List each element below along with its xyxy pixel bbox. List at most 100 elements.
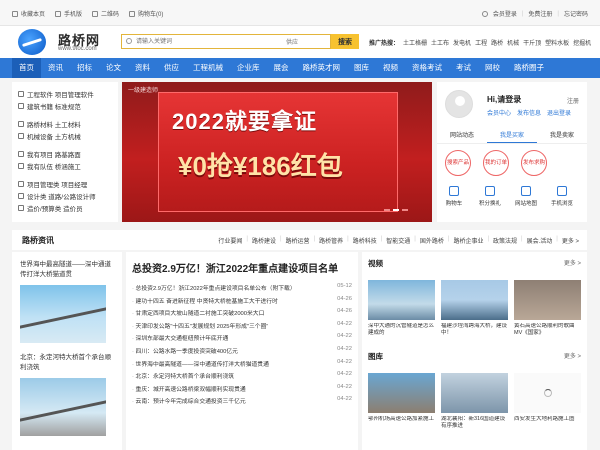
tab-buyer[interactable]: 我是买家	[487, 128, 537, 143]
sidebar-item[interactable]: 建筑书籍 标准规范	[18, 100, 118, 112]
section-link[interactable]: 政策法规	[493, 236, 517, 245]
member-center-link[interactable]: 会员中心	[487, 108, 511, 117]
sidebar-item[interactable]: 造价/预算类 造价员	[18, 202, 118, 214]
search-category-select[interactable]: 供应	[286, 37, 326, 46]
video-card[interactable]: 福建沙埕湾跨海大桥，建设中！	[441, 280, 508, 337]
section-link[interactable]: 智能交通	[386, 236, 410, 245]
hot-search-item[interactable]: 土工布	[431, 38, 449, 47]
sidebar-item[interactable]: 机械设备 土方机械	[18, 130, 118, 142]
post-info-link[interactable]: 发布信息	[517, 108, 541, 117]
news-title: 四川：公路水路一季度投资突破400亿元	[132, 346, 238, 359]
logout-link[interactable]: 退出登录	[547, 108, 571, 117]
gallery-card[interactable]: 西安发生大地利路施工图	[514, 373, 581, 430]
carousel-dots[interactable]	[384, 209, 408, 211]
login-link[interactable]: 会员登录	[493, 9, 517, 18]
carousel-dot[interactable]	[384, 209, 390, 211]
gallery-card[interactable]: 湖北襄阳：新316国道建设有序推进	[441, 373, 508, 430]
hot-search-item[interactable]: 发电机	[453, 38, 471, 47]
search-button[interactable]: 搜索	[331, 34, 359, 49]
sidebar-item[interactable]: 路桥材料 土工材料	[18, 118, 118, 130]
forgot-password-link[interactable]: 忘记密码	[564, 9, 588, 18]
hot-search-item[interactable]: 土工格栅	[403, 38, 427, 47]
nav-supply[interactable]: 供应	[157, 58, 186, 78]
nav-school[interactable]: 网校	[478, 58, 507, 78]
nav-news[interactable]: 资讯	[41, 58, 70, 78]
hot-search-item[interactable]: 干斤顶	[523, 38, 541, 47]
video-card[interactable]: 黄石高速公路顺利的歌曲MV《国家》	[514, 280, 581, 337]
search-input[interactable]	[122, 35, 282, 48]
section-link[interactable]: 国外路桥	[420, 236, 444, 245]
featured-image[interactable]	[20, 285, 106, 343]
nav-video[interactable]: 视频	[376, 58, 405, 78]
news-row[interactable]: 重庆：城开高速公路桥梁双幅顺利实现贯通 04-22	[132, 384, 352, 397]
section-link[interactable]: 路桥企事业	[453, 236, 483, 245]
news-row[interactable]: 甘肃定西项目大坡山隧道二衬施工突破2000米大口 04-26	[132, 308, 352, 321]
hot-search-item[interactable]: 塑料水板	[545, 38, 569, 47]
cart-shortcut[interactable]: 购物车	[443, 186, 465, 207]
featured-title[interactable]: 世界海中最高隧道——深中通道传打洋大桥猫道贯	[20, 260, 114, 280]
sidebar-item[interactable]: 我有队伍 桥涵施工	[18, 160, 118, 172]
sitemap-shortcut[interactable]: 网站地图	[515, 186, 537, 207]
bookmark-link[interactable]: 收藏本页	[12, 9, 45, 18]
nav-talent[interactable]: 路桥英才网	[296, 58, 348, 78]
points-shortcut[interactable]: 积分换礼	[479, 186, 501, 207]
news-row[interactable]: 深圳东部最大交通枢纽预计年底开通 04-22	[132, 333, 352, 346]
qrcode-link[interactable]: 二维码	[92, 9, 119, 18]
nav-qualification[interactable]: 资格考试	[405, 58, 449, 78]
section-link[interactable]: 路桥运营	[286, 236, 310, 245]
register-link[interactable]: 免费注册	[528, 9, 552, 18]
news-row[interactable]: 云南：预计今年完成综合交通投资三千亿元 04-22	[132, 396, 352, 409]
section-link[interactable]: 行业要闻	[218, 236, 242, 245]
news-row[interactable]: 四川：公路水路一季度投资突破400亿元 04-22	[132, 346, 352, 359]
search-product-button[interactable]: 搜索产品	[445, 150, 471, 176]
sidebar-item[interactable]: 项目管理类 项目经理	[18, 178, 118, 190]
tab-seller[interactable]: 我是卖家	[537, 128, 587, 143]
cart-link[interactable]: 购物车(0)	[129, 9, 163, 18]
nav-expo[interactable]: 展会	[267, 58, 296, 78]
section-link[interactable]: 展会.活动	[527, 236, 553, 245]
hot-search-item[interactable]: 挖掘机	[573, 38, 591, 47]
section-link[interactable]: 路桥科技	[353, 236, 377, 245]
gallery-card[interactable]: 鄂州机场高速公路加紧施工	[368, 373, 435, 430]
featured-title[interactable]: 北京：永定河特大桥首个承台顺利浇筑	[20, 353, 114, 373]
tab-site-news[interactable]: 网站动态	[437, 128, 487, 143]
nav-gallery[interactable]: 图库	[347, 58, 376, 78]
section-link[interactable]: 路桥建设	[252, 236, 276, 245]
news-row[interactable]: 北京：永定河特大桥首个承台顺利浇筑 04-22	[132, 371, 352, 384]
sidebar-item[interactable]: 工程软件 项目管理软件	[18, 88, 118, 100]
promo-banner[interactable]: 一级建造师 2022就要拿证 ¥0抢¥186红包	[122, 82, 432, 222]
news-row[interactable]: 建功十四五 奋进新征程 中贤特大桥桩基施工大干进行时 04-26	[132, 296, 352, 309]
headline[interactable]: 总投资2.9万亿！浙江2022年重点建设项目名单	[132, 260, 352, 275]
nav-circle[interactable]: 路桥圈子	[507, 58, 551, 78]
hot-search-item[interactable]: 工程	[475, 38, 487, 47]
hot-search-item[interactable]: 机械	[507, 38, 519, 47]
nav-papers[interactable]: 论文	[99, 58, 128, 78]
section-link[interactable]: 路桥管养	[319, 236, 343, 245]
video-more-link[interactable]: 更多 >	[564, 258, 581, 272]
nav-home[interactable]: 首页	[12, 58, 41, 78]
news-row[interactable]: 世界海中最高隧道——深中通道传打洋大桥猫道贯通 04-22	[132, 359, 352, 372]
news-row[interactable]: 天津印发公路"十四五"发展规划 2025年形成"三个圈" 04-22	[132, 321, 352, 334]
hot-search-item[interactable]: 路桥	[491, 38, 503, 47]
nav-tender[interactable]: 招标	[70, 58, 99, 78]
carousel-dot-active[interactable]	[393, 209, 399, 211]
more-link[interactable]: 更多 >	[562, 236, 579, 245]
gallery-more-link[interactable]: 更多 >	[564, 351, 581, 365]
nav-materials[interactable]: 资料	[128, 58, 157, 78]
featured-image[interactable]	[20, 378, 106, 436]
nav-companies[interactable]: 企业库	[230, 58, 267, 78]
mobile-shortcut[interactable]: 手机浏览	[551, 186, 573, 207]
carousel-dot[interactable]	[402, 209, 408, 211]
my-orders-button[interactable]: 我的订单	[483, 150, 509, 176]
login-greeting[interactable]: Hi,请登录	[487, 94, 521, 105]
sidebar-item[interactable]: 设计类 道路/公路设计师	[18, 190, 118, 202]
mobile-link[interactable]: 手机版	[55, 9, 82, 18]
logo-icon[interactable]	[18, 29, 46, 55]
nav-machinery[interactable]: 工程机械	[186, 58, 230, 78]
sidebar-item[interactable]: 我有项目 路基路面	[18, 148, 118, 160]
post-request-button[interactable]: 发布求购	[521, 150, 547, 176]
nav-exam[interactable]: 考试	[449, 58, 478, 78]
video-card[interactable]: 深中大通的沉管隧道是怎么建成的	[368, 280, 435, 337]
news-row[interactable]: 总投资2.9万亿！浙江2022年重点建设项目名单公布（附下载） 05-12	[132, 283, 352, 296]
register-link[interactable]: 注册	[567, 96, 579, 105]
